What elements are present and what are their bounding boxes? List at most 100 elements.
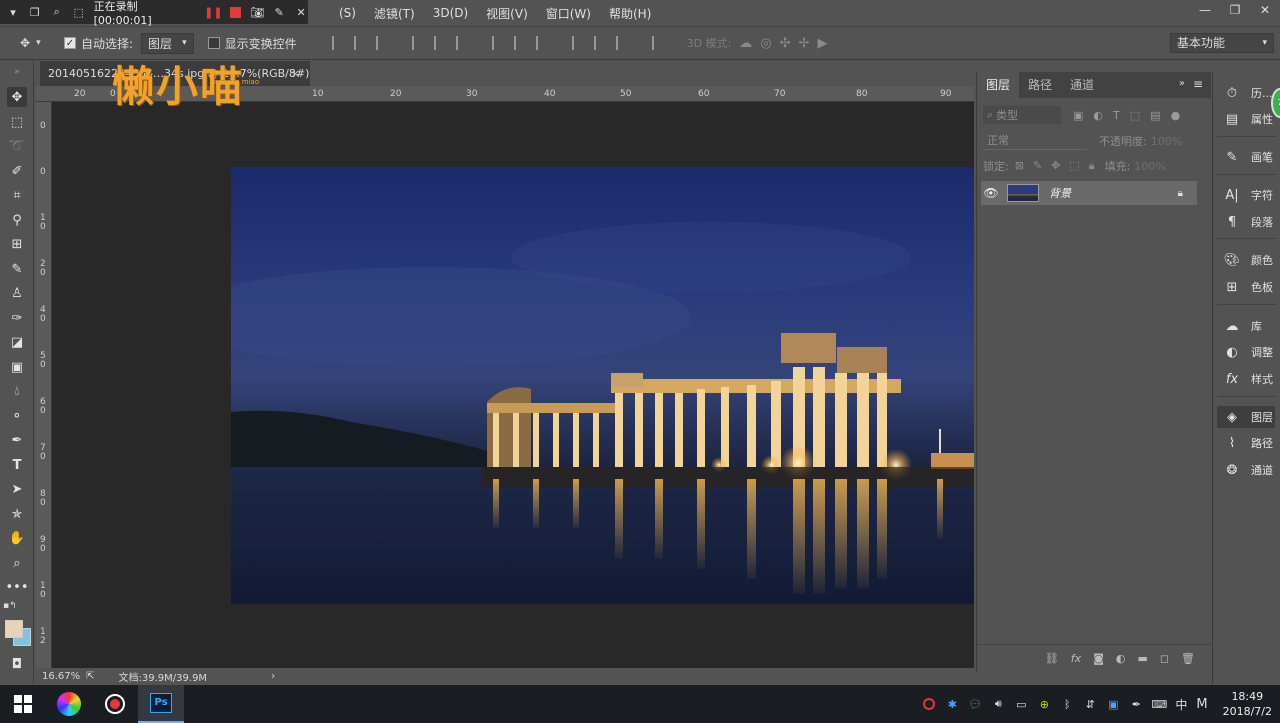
color-wheel-app-icon[interactable]	[46, 685, 92, 723]
zoom-level[interactable]: 16.67%	[42, 671, 80, 682]
quick-select-tool-icon[interactable]: ✐	[7, 161, 27, 181]
dock-color[interactable]: 🎨︎ 颜色	[1223, 249, 1273, 271]
wechat-icon[interactable]: 💬︎	[968, 697, 982, 711]
filter-smart-object-icon[interactable]: ▤	[1150, 109, 1160, 122]
marquee-tool-icon[interactable]: ⬚	[7, 112, 27, 132]
record-tray-icon[interactable]	[922, 697, 936, 711]
new-layer-icon[interactable]: ◻	[1160, 652, 1169, 665]
menu-item-3d[interactable]: 3D(D)	[424, 6, 477, 20]
menu-item-window[interactable]: 窗口(W)	[537, 5, 600, 22]
clock[interactable]: 18:49 2018/7/2	[1223, 689, 1272, 719]
filter-type-icon[interactable]: T	[1113, 109, 1120, 122]
dock-history[interactable]: ⏱ 历...	[1223, 82, 1273, 104]
auto-select-target-dropdown[interactable]: 图层 ▾	[141, 32, 194, 54]
new-group-icon[interactable]: ▬	[1137, 652, 1147, 665]
dock-layers[interactable]: ◈ 图层	[1217, 406, 1275, 428]
eraser-tool-icon[interactable]: ◪	[7, 332, 27, 352]
align-right-icon[interactable]	[455, 36, 468, 50]
workspace-dropdown[interactable]: 基本功能 ▾	[1170, 33, 1274, 53]
distribute-hcenter-icon[interactable]	[593, 36, 606, 50]
chevron-down-icon[interactable]: ▾	[6, 5, 20, 19]
dock-properties[interactable]: ▤ 属性	[1223, 108, 1273, 130]
stop-icon[interactable]	[228, 5, 242, 19]
auto-select-toggle[interactable]: ✓ 自动选择:	[64, 35, 133, 52]
lock-pixels-icon[interactable]: ✎	[1033, 159, 1042, 173]
pen-icon[interactable]: ✎	[272, 5, 286, 19]
dodge-tool-icon[interactable]: ⚬	[7, 406, 27, 426]
panel-menu-icon[interactable]: ≡	[1193, 77, 1203, 91]
dock-character[interactable]: A| 字符	[1223, 184, 1273, 206]
dock-styles[interactable]: fx 样式	[1223, 368, 1273, 390]
camera-icon[interactable]: 📷︎	[250, 5, 264, 19]
visibility-eye-icon[interactable]: 👁︎	[981, 186, 1001, 200]
new-adjustment-icon[interactable]: ◐	[1116, 652, 1126, 665]
m-indicator[interactable]: M	[1196, 697, 1207, 712]
zoom-tool-icon[interactable]: ⌕	[7, 553, 27, 573]
align-hcenter-icon[interactable]	[433, 36, 446, 50]
blend-mode-dropdown[interactable]: 正常	[983, 132, 1087, 150]
lock-artboard-icon[interactable]: ⬚	[1069, 159, 1079, 173]
region-select-icon[interactable]: ⬚	[72, 5, 86, 19]
document-image[interactable]	[231, 167, 974, 604]
collapse-panel-icon[interactable]: »	[1179, 78, 1185, 89]
lasso-tool-icon[interactable]: ➰	[7, 136, 27, 156]
layer-style-icon[interactable]: fx	[1071, 652, 1081, 665]
bluetooth-app-icon[interactable]: ✱	[945, 697, 959, 711]
foreground-color-swatch[interactable]	[5, 620, 23, 638]
app-tray-icon[interactable]: ▣	[1106, 697, 1120, 711]
dock-adjustments[interactable]: ◐ 调整	[1223, 341, 1273, 363]
align-top-icon[interactable]	[331, 36, 344, 50]
quick-mask-icon[interactable]: ◘	[7, 654, 27, 674]
photoshop-app-icon[interactable]: Ps	[138, 685, 184, 723]
show-transform-checkbox[interactable]	[207, 37, 220, 49]
align-vcenter-icon[interactable]	[353, 36, 366, 50]
filter-shape-icon[interactable]: ⬚	[1130, 109, 1140, 122]
default-colors-icon[interactable]: ▪↰	[3, 601, 17, 611]
network-icon[interactable]: ⇵	[1083, 697, 1097, 711]
crop-tool-icon[interactable]: ⌗	[7, 185, 27, 205]
minimize-button[interactable]: —	[1190, 0, 1220, 22]
fill-value[interactable]: 100%	[1134, 160, 1165, 173]
tab-layers[interactable]: 图层	[977, 72, 1020, 98]
restore-button[interactable]: ❐	[1220, 0, 1250, 22]
distribute-top-icon[interactable]	[491, 36, 504, 50]
filter-pixel-icon[interactable]: ▣	[1073, 109, 1083, 122]
layer-row-background[interactable]: 👁︎ 背景 🔒︎	[981, 181, 1197, 205]
distribute-left-icon[interactable]	[571, 36, 584, 50]
status-menu-arrow[interactable]: ›	[271, 671, 275, 682]
move-tool-preset[interactable]: ✥ ▾	[20, 36, 54, 50]
dock-paths[interactable]: ⌇ 路径	[1223, 432, 1273, 454]
pen-tray-icon[interactable]: ✒	[1129, 697, 1143, 711]
align-bottom-icon[interactable]	[375, 36, 388, 50]
export-icon[interactable]: ⇱	[86, 671, 94, 682]
close-document-icon[interactable]: ×	[291, 61, 300, 86]
record-app-icon[interactable]	[92, 685, 138, 723]
filter-toggle-icon[interactable]: ●	[1171, 109, 1181, 122]
show-transform-toggle[interactable]: 显示变换控件	[207, 35, 297, 52]
dock-brush[interactable]: ✎ 画笔	[1223, 146, 1273, 168]
dock-swatches[interactable]: ⊞ 色板	[1223, 276, 1273, 298]
bluetooth-icon[interactable]: ᛒ	[1060, 697, 1074, 711]
lock-all-icon[interactable]: 🔒︎	[1089, 159, 1095, 173]
restore-window-icon[interactable]: ❐	[28, 5, 42, 19]
search-icon[interactable]: ⌕	[50, 5, 64, 19]
delete-layer-icon[interactable]: 🗑︎	[1181, 652, 1195, 665]
shape-tool-icon[interactable]: ✯	[7, 504, 27, 524]
3d-rotate-icon[interactable]: ☁︎	[739, 36, 752, 51]
3d-slide-icon[interactable]: ✢	[799, 36, 810, 51]
dock-channels[interactable]: ❂ 通道	[1223, 459, 1273, 481]
dock-paragraph[interactable]: ¶ 段落	[1223, 211, 1273, 233]
stamp-tool-icon[interactable]: ♙	[7, 283, 27, 303]
layer-filter-dropdown[interactable]: ⌕ 类型	[983, 106, 1061, 124]
close-button[interactable]: ✕	[1250, 0, 1280, 22]
dock-libraries[interactable]: ☁︎ 库	[1223, 315, 1263, 337]
menu-item-help[interactable]: 帮助(H)	[600, 5, 660, 22]
close-recorder-icon[interactable]: ✕	[294, 5, 308, 19]
align-left-icon[interactable]	[411, 36, 424, 50]
gradient-tool-icon[interactable]: ▣	[7, 357, 27, 377]
tab-paths[interactable]: 路径	[1019, 72, 1061, 98]
3d-drag-icon[interactable]: ✣	[780, 36, 791, 51]
ime-indicator[interactable]: 中	[1175, 696, 1187, 713]
pen-tool-icon[interactable]: ✒	[7, 430, 27, 450]
add-mask-icon[interactable]: ◙	[1093, 652, 1104, 665]
